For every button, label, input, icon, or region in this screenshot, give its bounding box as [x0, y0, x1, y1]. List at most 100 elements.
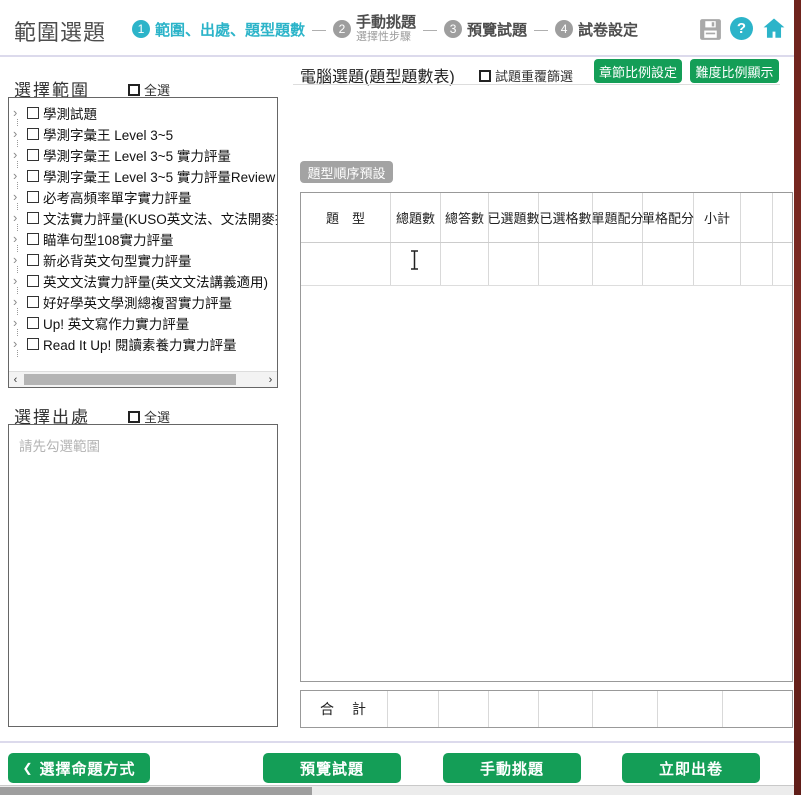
generate-paper-button[interactable]: 立即出卷: [622, 753, 760, 783]
back-button-label: 選擇命題方式: [40, 758, 136, 779]
tree-item[interactable]: › 新必背英文句型實力評量: [9, 249, 277, 270]
duplicate-filter-toggle[interactable]: 試題重覆篩選: [479, 66, 573, 85]
item-checkbox[interactable]: [27, 191, 39, 203]
item-checkbox[interactable]: [27, 128, 39, 140]
horizontal-scrollbar[interactable]: ‹ ›: [9, 371, 277, 387]
preview-questions-button[interactable]: 預覽試題: [263, 753, 401, 783]
difficulty-ratio-button[interactable]: 難度比例顯示: [690, 59, 779, 83]
source-select-all-checkbox[interactable]: [128, 411, 140, 423]
tree-item[interactable]: › 學測字彙王 Level 3~5: [9, 123, 277, 144]
back-chevron-icon: ❮: [22, 761, 33, 775]
cell-type[interactable]: [301, 243, 391, 285]
cell-subtotal[interactable]: [694, 243, 741, 285]
step-4-number: 4: [555, 20, 573, 38]
tree-item[interactable]: › 文法實力評量(KUSO英文法、文法開麥拉: [9, 207, 277, 228]
scroll-left-icon[interactable]: ‹: [9, 374, 22, 386]
page-horizontal-scrollbar[interactable]: [0, 785, 794, 795]
tree-item[interactable]: › 英文文法實力評量(英文文法講義適用): [9, 270, 277, 291]
manual-pick-button[interactable]: 手動挑題: [443, 753, 581, 783]
tree-item[interactable]: › Read It Up! 閱讀素養力實力評量: [9, 333, 277, 354]
scrollbar-track[interactable]: [22, 372, 264, 387]
chapter-ratio-button[interactable]: 章節比例設定: [594, 59, 682, 83]
item-checkbox[interactable]: [27, 317, 39, 329]
scroll-right-icon[interactable]: ›: [264, 374, 277, 386]
step-3-number: 3: [444, 20, 462, 38]
item-label: Read It Up! 閱讀素養力實力評量: [43, 334, 237, 354]
scrollbar-thumb[interactable]: [24, 374, 236, 385]
totals-cell: [658, 691, 723, 727]
col-header-empty: [741, 193, 773, 242]
totals-cell: [489, 691, 539, 727]
totals-cell: [593, 691, 658, 727]
totals-cell: [723, 691, 792, 727]
col-header-total-answers: 總答數: [441, 193, 489, 242]
step-2-sublabel: 選擇性步驟: [356, 31, 416, 44]
tree-item[interactable]: › 學測試題: [9, 102, 277, 123]
cell-total-answers[interactable]: [441, 243, 489, 285]
cell-selected-questions[interactable]: [489, 243, 539, 285]
source-list-box: 請先勾選範圍: [8, 424, 278, 727]
save-icon[interactable]: [698, 17, 723, 47]
tree-item[interactable]: › 學測字彙王 Level 3~5 實力評量: [9, 144, 277, 165]
item-checkbox[interactable]: [27, 212, 39, 224]
question-type-table: 題 型 總題數 總答數 已選題數 已選格數 單題配分 單格配分 小計: [300, 192, 793, 682]
expand-chevron-icon[interactable]: ›: [13, 316, 24, 329]
totals-cell: [539, 691, 593, 727]
expand-chevron-icon[interactable]: ›: [13, 127, 24, 140]
step-4-label: 試卷設定: [578, 19, 638, 40]
tree-item[interactable]: › 好好學英文學測總複習實力評量: [9, 291, 277, 312]
cell-points-per-blank[interactable]: [643, 243, 694, 285]
cell-selected-blanks[interactable]: [539, 243, 593, 285]
expand-chevron-icon[interactable]: ›: [13, 148, 24, 161]
tree-item[interactable]: › 學測字彙王 Level 3~5 實力評量Review: [9, 165, 277, 186]
page-title: 範圍選題: [14, 15, 106, 47]
item-checkbox[interactable]: [27, 338, 39, 350]
step-3-label: 預覽試題: [467, 19, 527, 40]
range-tree: › 學測試題 › 學測字彙王 Level 3~5 › 學測字彙王 Level 3…: [9, 98, 277, 354]
tree-item[interactable]: › Up! 英文寫作力實力評量: [9, 312, 277, 333]
step-3-preview[interactable]: 3 預覽試題: [444, 19, 527, 40]
totals-row: 合 計: [300, 690, 793, 728]
tree-item[interactable]: › 瞄準句型108實力評量: [9, 228, 277, 249]
cell-empty[interactable]: [773, 243, 792, 285]
step-dash: —: [423, 21, 437, 37]
home-icon[interactable]: [761, 15, 787, 46]
item-checkbox[interactable]: [27, 233, 39, 245]
expand-chevron-icon[interactable]: ›: [13, 232, 24, 245]
expand-chevron-icon[interactable]: ›: [13, 211, 24, 224]
table-header-row: 題 型 總題數 總答數 已選題數 已選格數 單題配分 單格配分 小計: [301, 193, 792, 243]
item-checkbox[interactable]: [27, 275, 39, 287]
step-1-range[interactable]: 1 範圍、出處、題型題數: [132, 19, 305, 40]
item-checkbox[interactable]: [27, 107, 39, 119]
item-checkbox[interactable]: [27, 296, 39, 308]
duplicate-filter-checkbox[interactable]: [479, 70, 491, 82]
expand-chevron-icon[interactable]: ›: [13, 253, 24, 266]
page-scrollbar-thumb[interactable]: [0, 787, 312, 795]
item-checkbox[interactable]: [27, 254, 39, 266]
expand-chevron-icon[interactable]: ›: [13, 106, 24, 119]
item-label: 新必背英文句型實力評量: [43, 250, 192, 270]
expand-chevron-icon[interactable]: ›: [13, 337, 24, 350]
range-select-all-checkbox[interactable]: [128, 84, 140, 96]
expand-chevron-icon[interactable]: ›: [13, 295, 24, 308]
table-entry-row: [301, 243, 792, 286]
step-2-manual-pick[interactable]: 2 手動挑題 選擇性步驟: [333, 14, 416, 44]
help-icon[interactable]: ?: [730, 17, 753, 40]
question-order-preset-tag[interactable]: 題型順序預設: [300, 161, 393, 183]
cell-empty[interactable]: [741, 243, 773, 285]
range-tree-box: › 學測試題 › 學測字彙王 Level 3~5 › 學測字彙王 Level 3…: [8, 97, 278, 388]
item-checkbox[interactable]: [27, 149, 39, 161]
back-to-method-button[interactable]: ❮ 選擇命題方式: [8, 753, 150, 783]
step-4-paper-settings[interactable]: 4 試卷設定: [555, 19, 638, 40]
expand-chevron-icon[interactable]: ›: [13, 169, 24, 182]
step-dash: —: [534, 21, 548, 37]
col-header-points-per-blank: 單格配分: [643, 193, 694, 242]
cell-points-per-question[interactable]: [593, 243, 643, 285]
col-header-total-questions: 總題數: [391, 193, 441, 242]
expand-chevron-icon[interactable]: ›: [13, 274, 24, 287]
item-label: 必考高頻率單字實力評量: [43, 187, 192, 207]
item-checkbox[interactable]: [27, 170, 39, 182]
expand-chevron-icon[interactable]: ›: [13, 190, 24, 203]
footer-divider: [0, 741, 794, 743]
tree-item[interactable]: › 必考高頻率單字實力評量: [9, 186, 277, 207]
